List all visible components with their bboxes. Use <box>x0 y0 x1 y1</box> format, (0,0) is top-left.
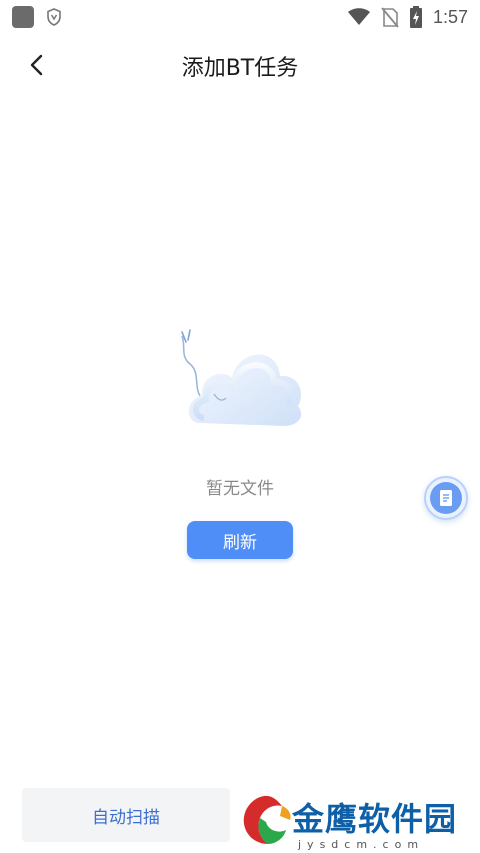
refresh-button[interactable]: 刷新 <box>187 521 293 559</box>
page-title: 添加BT任务 <box>181 56 299 81</box>
cloud-icon <box>181 329 302 426</box>
no-sim-icon <box>381 7 399 28</box>
empty-message: 暂无文件 <box>206 479 274 499</box>
shield-icon <box>47 8 61 26</box>
watermark-text: 金鹰软件园 <box>292 800 458 838</box>
floating-document-inner <box>430 482 462 514</box>
document-icon <box>440 490 452 506</box>
status-bar: 1:57 <box>0 0 480 34</box>
battery-charging-icon <box>409 6 422 28</box>
status-right: 1:57 <box>347 5 468 29</box>
status-left <box>12 6 62 28</box>
header: 添加BT任务 <box>0 34 480 96</box>
auto-scan-button[interactable]: 自动扫描 <box>22 788 230 842</box>
eagle-logo-icon <box>243 795 291 844</box>
app-icon <box>12 6 34 28</box>
watermark-subtext: jysdcm.com <box>298 838 425 851</box>
wifi-icon <box>347 8 370 25</box>
clock: 1:57 <box>432 6 468 27</box>
watermark: 金鹰软件园 jysdcm.com <box>232 788 480 853</box>
floating-document-button[interactable] <box>424 476 468 520</box>
screen: 1:57 添加BT任务 暂无文件 刷新 自动扫描 金鹰软件园 jysdcm.co… <box>0 0 480 853</box>
